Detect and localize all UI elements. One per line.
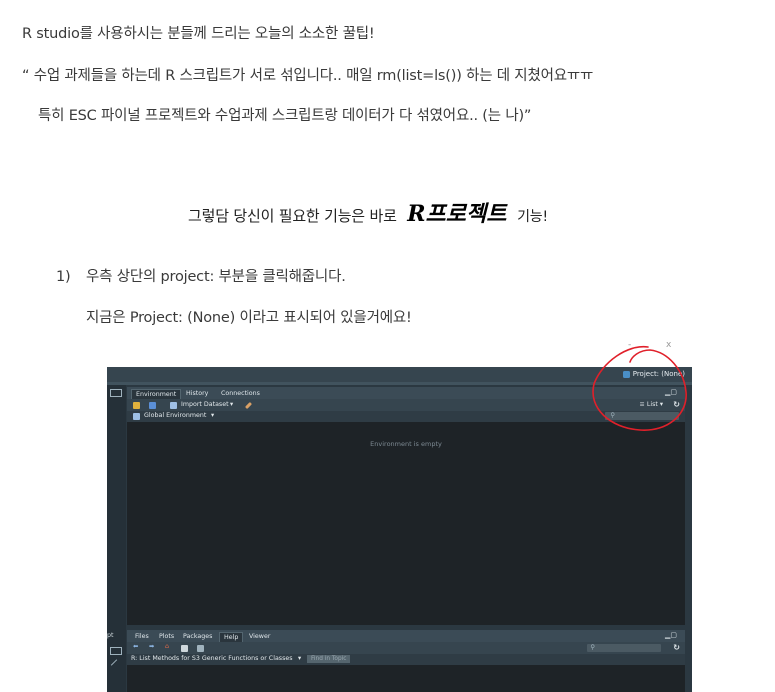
search-icon: ⚲ [610, 412, 615, 419]
global-environment-dropdown[interactable]: Global Environment [144, 412, 206, 419]
environment-tabs: Environment History Connections ▁▢ [127, 387, 685, 400]
help-search-input[interactable] [587, 644, 661, 652]
broom-icon[interactable] [244, 401, 253, 410]
project-menu-button[interactable]: Project: (None) [622, 370, 685, 378]
refresh-icon[interactable]: ↻ [673, 643, 680, 652]
help-topic-dropdown[interactable]: R: List Methods for S3 Generic Functions… [131, 655, 293, 662]
list-view-label: List [646, 401, 658, 408]
environment-scope-bar: Global Environment ▾ ⚲ [127, 411, 685, 422]
tab-connections[interactable]: Connections [217, 389, 264, 399]
list-view-toggle[interactable]: ≡ List ▾ [640, 401, 663, 408]
maximize-icon[interactable] [110, 647, 122, 655]
edit-icon [110, 659, 118, 666]
help-topic-bar: R: List Methods for S3 Generic Functions… [127, 654, 685, 665]
chevron-down-icon: ▾ [211, 412, 215, 419]
help-pane: Files Plots Packages Help Viewer ▁▢ ⬅ ➡ … [127, 630, 685, 692]
rstudio-top-bar-edge [107, 382, 692, 385]
intro-text: R studio를 사용하시는 분들께 드리는 오늘의 소소한 꿀팁! [22, 26, 375, 42]
quote-line-2: 특히 ESC 파이널 프로젝트와 수업과제 스크립트랑 데이터가 다 섞였어요.… [38, 108, 532, 124]
quote-line-1: “ 수업 과제들을 하는데 R 스크립트가 서로 섞입니다.. 매일 rm(li… [22, 68, 594, 84]
rstudio-top-bar [107, 367, 692, 382]
find-in-topic-input[interactable]: Find in Topic [307, 655, 351, 663]
chevron-down-icon: ▾ [230, 401, 234, 408]
open-folder-icon[interactable] [133, 402, 140, 409]
rstudio-screenshot: Project: (None) pt Environment History C… [107, 367, 692, 692]
feature-heading: 그렇담 당신이 필요한 기능은 바로 R프로젝트 기능! [188, 196, 548, 228]
step-1-note: 지금은 Project: (None) 이라고 표시되어 있을거에요! [86, 310, 412, 326]
files-tabs: Files Plots Packages Help Viewer ▁▢ [127, 630, 685, 643]
heading-brand: R프로젝트 [407, 201, 507, 227]
environment-icon [133, 413, 140, 420]
environment-empty-message: Environment is empty [370, 440, 442, 448]
environment-toolbar: Import Dataset ▾ ≡ List ▾ ↻ [127, 399, 685, 411]
step-1-number: 1) [56, 269, 71, 285]
heading-pre: 그렇담 당신이 필요한 기능은 바로 [188, 207, 397, 225]
print-icon[interactable] [181, 645, 188, 652]
left-pane-label: pt [107, 632, 114, 639]
save-icon[interactable] [149, 402, 156, 409]
import-dataset-icon[interactable] [170, 402, 177, 409]
minimize-maximize-icon[interactable]: ▁▢ [665, 388, 677, 396]
back-arrow-icon[interactable]: ⬅ [133, 643, 138, 650]
chevron-down-icon: ▾ [298, 655, 302, 662]
tab-files[interactable]: Files [131, 632, 153, 642]
tab-history[interactable]: History [182, 389, 212, 399]
search-icon: ⚲ [590, 644, 595, 651]
project-label: Project: (None) [632, 370, 685, 378]
home-icon[interactable]: ⌂ [165, 643, 169, 650]
import-dataset-button[interactable]: Import Dataset [181, 401, 229, 408]
forward-arrow-icon[interactable]: ➡ [149, 643, 154, 650]
step-1-text: 우측 상단의 project: 부분을 클릭해줍니다. [86, 269, 346, 285]
tab-plots[interactable]: Plots [155, 632, 178, 642]
maximize-icon[interactable] [110, 389, 122, 397]
heading-post: 기능! [517, 209, 548, 225]
open-window-icon[interactable] [197, 645, 204, 652]
tab-viewer[interactable]: Viewer [245, 632, 274, 642]
step-1: 1) 우측 상단의 project: 부분을 클릭해줍니다. [56, 265, 346, 286]
environment-search-input[interactable] [605, 412, 679, 420]
minimize-maximize-icon[interactable]: ▁▢ [665, 631, 677, 639]
window-close-icon: x [666, 340, 672, 350]
tab-packages[interactable]: Packages [179, 632, 216, 642]
environment-pane: Environment History Connections ▁▢ Impor… [127, 387, 685, 625]
refresh-icon[interactable]: ↻ [673, 400, 680, 409]
window-minimize-icon: - [628, 340, 631, 350]
project-cube-icon [622, 370, 630, 378]
help-toolbar: ⬅ ➡ ⌂ ⚲ ↻ [127, 642, 685, 654]
left-source-strip: pt [107, 385, 126, 692]
